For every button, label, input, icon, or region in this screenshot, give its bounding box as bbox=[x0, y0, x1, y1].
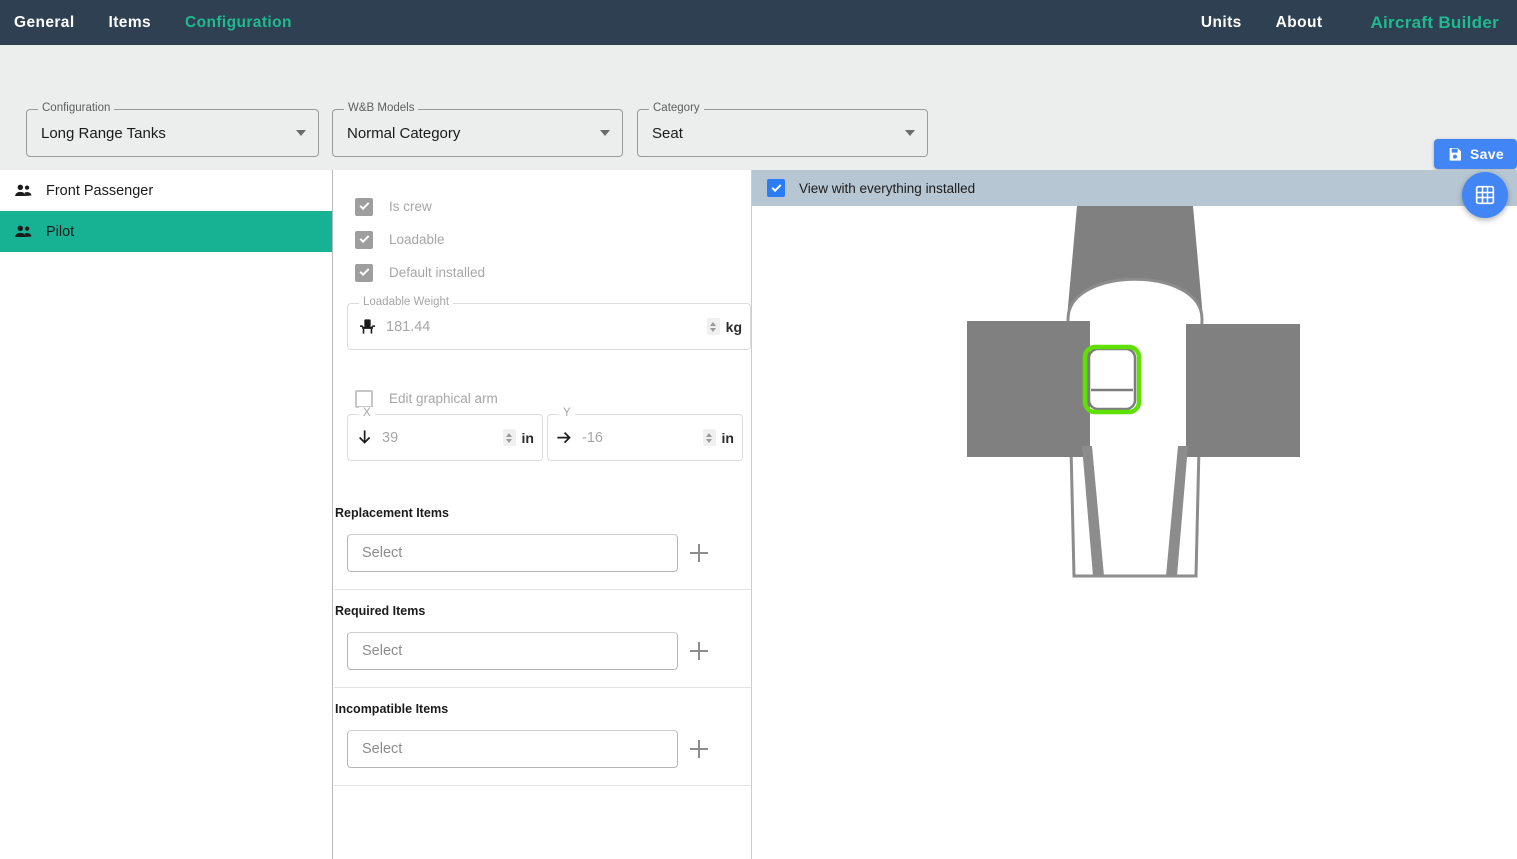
section-divider bbox=[334, 589, 751, 590]
arm-x-stepper[interactable] bbox=[502, 429, 516, 446]
loadable-checkbox-row[interactable]: Loadable bbox=[334, 223, 751, 256]
configuration-select-label: Configuration bbox=[38, 102, 115, 114]
sidebar-item-label: Front Passenger bbox=[46, 182, 154, 199]
required-items-placeholder: Select bbox=[362, 643, 403, 659]
aircraft-diagram-stage[interactable] bbox=[752, 206, 1517, 859]
people-group-icon bbox=[15, 225, 32, 238]
arm-y-field[interactable]: Y -16 in bbox=[547, 407, 743, 461]
arm-y-unit: in bbox=[721, 429, 734, 446]
loadable-label: Loadable bbox=[389, 232, 445, 247]
navbar-left-group: General Items Configuration bbox=[0, 10, 298, 36]
arrow-down-icon bbox=[359, 430, 371, 444]
right-wing-shape bbox=[1186, 324, 1300, 457]
replacement-items-title: Replacement Items bbox=[335, 506, 449, 520]
incompatible-items-section: Incompatible Items Select bbox=[334, 702, 751, 786]
viewer-header: View with everything installed bbox=[752, 170, 1517, 206]
app-root: General Items Configuration Units About … bbox=[0, 0, 1517, 859]
item-properties-panel: Is crew Loadable Default installed Loada… bbox=[334, 170, 752, 859]
loadable-weight-label: Loadable Weight bbox=[359, 296, 454, 308]
nav-item-items[interactable]: Items bbox=[103, 10, 158, 36]
arm-y-value: -16 bbox=[582, 429, 603, 446]
arm-x-field[interactable]: X 39 in bbox=[347, 407, 543, 461]
top-navbar: General Items Configuration Units About … bbox=[0, 0, 1517, 45]
required-items-section: Required Items Select bbox=[334, 604, 751, 688]
configuration-select[interactable]: Configuration Long Range Tanks bbox=[26, 102, 319, 157]
configuration-select-value: Long Range Tanks bbox=[41, 124, 166, 142]
chevron-down-icon bbox=[296, 130, 306, 136]
arm-y-label: Y bbox=[559, 407, 575, 419]
is-crew-label: Is crew bbox=[389, 199, 432, 214]
incompatible-items-select[interactable]: Select bbox=[347, 730, 678, 768]
app-brand-title: Aircraft Builder bbox=[1370, 12, 1499, 32]
wb-models-select[interactable]: W&B Models Normal Category bbox=[332, 102, 623, 157]
wb-models-select-label: W&B Models bbox=[344, 102, 419, 114]
left-wing-shape bbox=[967, 321, 1090, 457]
add-incompatible-item-button[interactable] bbox=[686, 736, 712, 762]
loadable-weight-stepper[interactable] bbox=[706, 318, 720, 335]
items-sidebar: Front Passenger Pilot bbox=[0, 170, 333, 859]
loadable-checkbox bbox=[355, 230, 373, 249]
nav-item-configuration[interactable]: Configuration bbox=[179, 10, 298, 36]
seat-icon bbox=[359, 319, 376, 334]
navbar-right-group: Units About Aircraft Builder bbox=[1195, 10, 1517, 36]
loadable-weight-unit: kg bbox=[725, 318, 742, 335]
section-divider bbox=[334, 785, 751, 786]
incompatible-items-placeholder: Select bbox=[362, 741, 403, 757]
configuration-toolbar: Configuration Long Range Tanks W&B Model… bbox=[0, 45, 1517, 218]
sidebar-item-label: Pilot bbox=[46, 223, 75, 240]
view-everything-installed-label: View with everything installed bbox=[799, 180, 976, 196]
nav-item-general[interactable]: General bbox=[8, 10, 81, 36]
category-select-label: Category bbox=[649, 102, 704, 114]
section-divider bbox=[334, 687, 751, 688]
default-installed-checkbox bbox=[355, 263, 373, 282]
default-installed-label: Default installed bbox=[389, 265, 486, 280]
add-replacement-item-button[interactable] bbox=[686, 540, 712, 566]
replacement-items-section: Replacement Items Select bbox=[334, 506, 751, 590]
replacement-items-select[interactable]: Select bbox=[347, 534, 678, 572]
is-crew-checkbox bbox=[355, 197, 373, 216]
arm-y-stepper[interactable] bbox=[702, 429, 716, 446]
floppy-disk-icon bbox=[1449, 148, 1462, 161]
required-items-title: Required Items bbox=[335, 604, 426, 618]
required-items-select[interactable]: Select bbox=[347, 632, 678, 670]
edit-graphical-arm-label: Edit graphical arm bbox=[389, 391, 498, 406]
default-installed-checkbox-row[interactable]: Default installed bbox=[334, 256, 751, 289]
arm-x-label: X bbox=[359, 407, 375, 419]
save-button-label: Save bbox=[1470, 146, 1504, 162]
grid-icon bbox=[1475, 185, 1495, 205]
incompatible-items-title: Incompatible Items bbox=[335, 702, 449, 716]
grid-view-fab-button[interactable] bbox=[1462, 172, 1508, 218]
save-button[interactable]: Save bbox=[1434, 139, 1517, 169]
sidebar-item-front-passenger[interactable]: Front Passenger bbox=[0, 170, 332, 211]
chevron-down-icon bbox=[600, 130, 610, 136]
loadable-weight-field[interactable]: Loadable Weight 181.44 kg bbox=[347, 296, 751, 350]
aircraft-viewer-panel: View with everything installed bbox=[752, 170, 1517, 859]
aircraft-top-view-diagram[interactable] bbox=[752, 206, 1517, 859]
view-everything-installed-checkbox[interactable] bbox=[767, 179, 785, 197]
sidebar-item-pilot[interactable]: Pilot bbox=[0, 211, 332, 252]
nav-item-about[interactable]: About bbox=[1270, 10, 1329, 36]
arrow-right-icon bbox=[557, 432, 571, 444]
replacement-items-placeholder: Select bbox=[362, 545, 403, 561]
category-select[interactable]: Category Seat bbox=[637, 102, 928, 157]
arm-x-unit: in bbox=[521, 429, 534, 446]
loadable-weight-value: 181.44 bbox=[386, 318, 431, 335]
seat-shape[interactable] bbox=[1087, 347, 1137, 411]
nav-item-units[interactable]: Units bbox=[1195, 10, 1248, 36]
edit-graphical-arm-checkbox bbox=[355, 389, 373, 408]
category-select-value: Seat bbox=[652, 124, 683, 142]
chevron-down-icon bbox=[905, 130, 915, 136]
people-group-icon bbox=[15, 184, 32, 197]
is-crew-checkbox-row[interactable]: Is crew bbox=[334, 190, 751, 223]
arm-x-value: 39 bbox=[382, 429, 399, 446]
wb-models-select-value: Normal Category bbox=[347, 124, 461, 142]
add-required-item-button[interactable] bbox=[686, 638, 712, 664]
